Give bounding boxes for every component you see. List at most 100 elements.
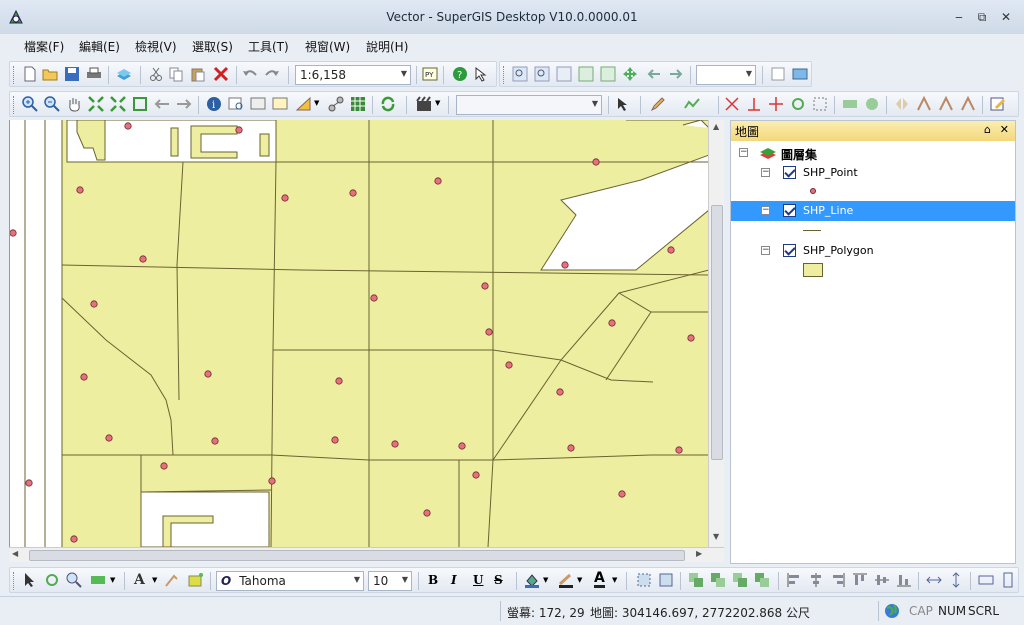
- distribute-horizontal-icon[interactable]: [926, 572, 942, 588]
- pin-icon[interactable]: ⌂: [984, 123, 991, 136]
- menu-help[interactable]: 說明(H): [366, 38, 408, 55]
- redo-icon[interactable]: [264, 66, 280, 82]
- zoom-selected-icon[interactable]: [132, 96, 148, 112]
- line-color-icon[interactable]: [558, 572, 574, 588]
- panel-close-icon[interactable]: ✕: [1000, 123, 1009, 136]
- zoom-layer-icon[interactable]: [556, 66, 572, 82]
- ungroup-icon[interactable]: [658, 572, 674, 588]
- save-icon[interactable]: [64, 66, 80, 82]
- scale-combo[interactable]: 1:6,158 ▼: [295, 65, 411, 85]
- minimize-button[interactable]: ‒: [948, 9, 970, 25]
- align-top-icon[interactable]: [852, 572, 868, 588]
- zoom-combo[interactable]: ▼: [696, 65, 756, 85]
- zoom-out-icon[interactable]: [44, 96, 60, 112]
- send-back-icon[interactable]: [710, 572, 726, 588]
- collapse-icon[interactable]: −: [761, 168, 770, 177]
- whats-this-icon[interactable]: [474, 66, 490, 82]
- add-picture-icon[interactable]: [188, 572, 204, 588]
- undo-icon[interactable]: [242, 66, 258, 82]
- scroll-down-icon[interactable]: ▼: [713, 532, 719, 541]
- globe-icon[interactable]: [884, 603, 900, 619]
- paste-icon[interactable]: [190, 66, 206, 82]
- map-content[interactable]: [10, 120, 708, 547]
- layer-visibility-checkbox[interactable]: [783, 166, 796, 179]
- python-icon[interactable]: PY: [422, 66, 438, 82]
- delete-icon[interactable]: [213, 66, 229, 82]
- pan-icon[interactable]: [66, 96, 82, 112]
- fixed-zoom-out-icon[interactable]: [534, 66, 550, 82]
- strikethrough-button[interactable]: S: [494, 573, 503, 587]
- pan-arrows-icon[interactable]: [622, 66, 638, 82]
- menu-view[interactable]: 檢視(V): [135, 38, 177, 55]
- new-file-icon[interactable]: [22, 66, 38, 82]
- fill-color-icon[interactable]: [524, 572, 540, 588]
- grid-icon[interactable]: [350, 96, 366, 112]
- sketch-pencil-icon[interactable]: [650, 96, 666, 112]
- text-tool-icon[interactable]: A: [134, 572, 145, 588]
- layer-item-point[interactable]: − SHP_Point: [731, 163, 1015, 183]
- collapse-icon[interactable]: −: [761, 206, 770, 215]
- perpendicular-icon[interactable]: [746, 96, 762, 112]
- collapse-icon[interactable]: −: [739, 148, 748, 157]
- group-icon[interactable]: [636, 572, 652, 588]
- route-icon[interactable]: [328, 96, 344, 112]
- font-name-combo[interactable]: O Tahoma ▼: [216, 571, 364, 591]
- bold-button[interactable]: B: [428, 573, 438, 587]
- align-bottom-icon[interactable]: [896, 572, 912, 588]
- map-horizontal-scrollbar[interactable]: ◀ ▶: [9, 547, 724, 562]
- distribute-vertical-icon[interactable]: [948, 572, 964, 588]
- split-icon[interactable]: [724, 96, 740, 112]
- close-button[interactable]: ✕: [995, 9, 1017, 25]
- snap-icon[interactable]: [768, 96, 784, 112]
- collapse-icon[interactable]: −: [761, 246, 770, 255]
- table-icon[interactable]: [770, 66, 786, 82]
- scroll-right-icon[interactable]: ▶: [696, 549, 702, 558]
- zoom-in-icon[interactable]: [22, 96, 38, 112]
- previous-extent-icon[interactable]: [646, 66, 662, 82]
- layer-item-polygon[interactable]: − SHP_Polygon: [731, 241, 1015, 261]
- find-icon[interactable]: [228, 96, 244, 112]
- union-icon[interactable]: [938, 96, 954, 112]
- map-vertical-scrollbar[interactable]: ▲ ▼: [708, 120, 724, 547]
- rotate-element-icon[interactable]: [44, 572, 60, 588]
- refresh-icon[interactable]: [380, 96, 396, 112]
- bring-front-icon[interactable]: [688, 572, 704, 588]
- mirror-icon[interactable]: [894, 96, 910, 112]
- same-height-icon[interactable]: [1000, 572, 1016, 588]
- select-arrow-icon[interactable]: [22, 572, 38, 588]
- vertical-scroll-thumb[interactable]: [711, 205, 723, 460]
- full-extent-icon[interactable]: [88, 96, 104, 112]
- font-color-icon[interactable]: A: [594, 571, 605, 588]
- align-left-icon[interactable]: [786, 572, 802, 588]
- zoom-selected-icon[interactable]: [578, 66, 594, 82]
- layer-visibility-checkbox[interactable]: [783, 204, 796, 217]
- same-width-icon[interactable]: [978, 572, 994, 588]
- add-layer-icon[interactable]: [116, 66, 132, 82]
- menu-window[interactable]: 視窗(W): [305, 38, 350, 55]
- back-arrow-icon[interactable]: [154, 96, 170, 112]
- help-icon[interactable]: ?: [452, 66, 468, 82]
- measure-icon[interactable]: [296, 96, 312, 112]
- target-layer-combo[interactable]: ▼: [456, 95, 602, 115]
- copy-icon[interactable]: [168, 66, 184, 82]
- scale-feature-icon[interactable]: [812, 96, 828, 112]
- intersect-icon[interactable]: [960, 96, 976, 112]
- animation-icon[interactable]: [416, 96, 432, 112]
- fixed-zoom-in-icon[interactable]: [512, 66, 528, 82]
- menu-file[interactable]: 檔案(F): [24, 38, 64, 55]
- forward-arrow-icon[interactable]: [176, 96, 192, 112]
- rectangle-draw-icon[interactable]: [90, 572, 106, 588]
- callout-icon[interactable]: [164, 572, 180, 588]
- underline-button[interactable]: U: [473, 573, 483, 587]
- font-size-combo[interactable]: 10 ▼: [368, 571, 412, 591]
- map-canvas[interactable]: [9, 120, 708, 547]
- layer-visibility-checkbox[interactable]: [783, 244, 796, 257]
- merge-icon[interactable]: [916, 96, 932, 112]
- zoom-element-icon[interactable]: [66, 572, 82, 588]
- next-extent-icon[interactable]: [668, 66, 684, 82]
- layer-group-root[interactable]: − 圖層集: [731, 143, 1015, 163]
- send-backward-icon[interactable]: [754, 572, 770, 588]
- catalog-icon[interactable]: [792, 66, 808, 82]
- edit-attributes-icon[interactable]: [990, 96, 1006, 112]
- italic-button[interactable]: I: [451, 573, 457, 587]
